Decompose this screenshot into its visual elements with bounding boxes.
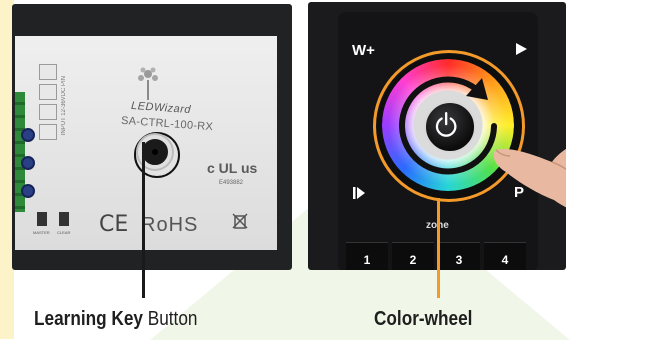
ul-certification-mark: c UL us — [207, 160, 258, 176]
play-icon[interactable] — [514, 42, 528, 56]
zone-key-label: 4 — [501, 253, 509, 267]
receiver-device: INPUT 12-36VDC PIN LEDWizard SA-CTRL-100… — [15, 36, 277, 250]
zone-key-3[interactable]: 3 — [438, 242, 480, 270]
rohs-mark: RoHS — [141, 214, 199, 236]
clear-switch — [59, 212, 69, 226]
zone-key-4[interactable]: 4 — [484, 242, 526, 270]
zone-key-1[interactable]: 1 — [346, 242, 388, 270]
pin-slot — [39, 104, 57, 120]
brand-logo-icon — [138, 67, 158, 100]
brand-name: LEDWizard — [130, 99, 192, 117]
input-rating-label: INPUT 12-36VDC PIN — [61, 76, 67, 136]
receiver-photo: INPUT 12-36VDC PIN LEDWizard SA-CTRL-100… — [12, 4, 292, 270]
learning-key-callout-line — [142, 142, 145, 298]
color-wheel-caption: Color-wheel — [374, 308, 472, 331]
terminal-screw-icon — [21, 128, 35, 142]
certification-number: E493882 — [219, 180, 244, 186]
pin-slot — [39, 124, 57, 140]
model-name: SA-CTRL-100-RX — [120, 114, 214, 134]
terminal-screw-icon — [21, 184, 35, 198]
learning-key-dot — [152, 149, 158, 155]
ce-mark: CE — [99, 212, 129, 237]
weee-bin-icon — [232, 213, 248, 229]
master-switch-label: MASTER — [33, 230, 50, 235]
skip-icon[interactable] — [352, 186, 366, 200]
terminal-screw-icon — [21, 156, 35, 170]
learning-key-caption-rest: Button — [142, 308, 198, 330]
master-switch — [37, 212, 47, 226]
zone-key-label: 1 — [363, 253, 371, 267]
color-wheel-caption-bold: Color-wheel — [374, 308, 473, 330]
zone-key-label: 2 — [409, 253, 417, 267]
color-wheel-callout-line — [437, 198, 440, 298]
zone-key-label: 3 — [455, 253, 463, 267]
pin-slot — [39, 84, 57, 100]
w-plus-button[interactable]: W+ — [352, 42, 375, 59]
pin-slot — [39, 64, 57, 80]
learning-key-caption: Learning Key Button — [34, 308, 197, 331]
pointing-hand-icon — [493, 148, 566, 208]
zone-key-2[interactable]: 2 — [392, 242, 434, 270]
learning-key-caption-bold: Learning Key — [34, 308, 143, 330]
clear-switch-label: CLEAR — [57, 230, 71, 235]
